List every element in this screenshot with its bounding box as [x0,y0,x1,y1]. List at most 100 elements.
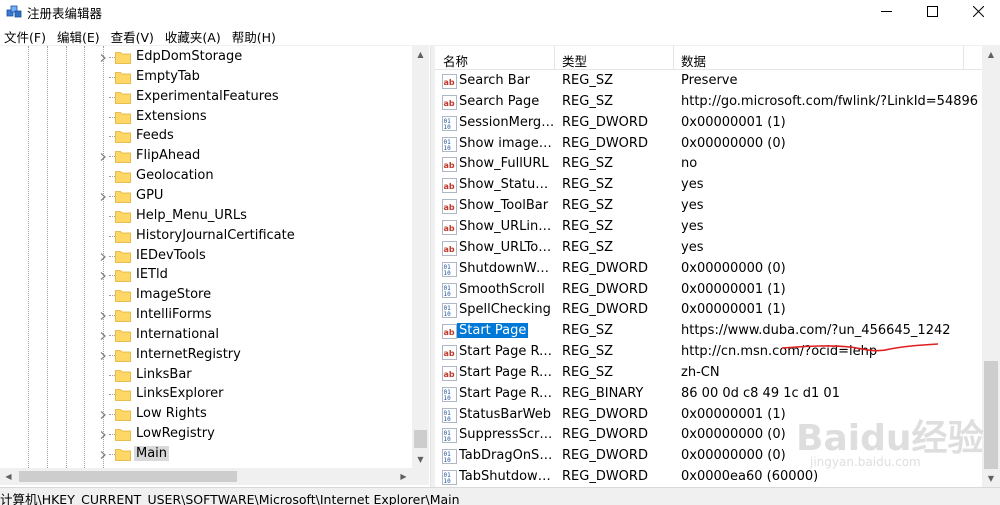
scroll-right-arrow-icon[interactable]: ▶ [395,468,412,485]
chevron-right-icon[interactable] [98,251,108,261]
chevron-right-icon[interactable] [98,449,108,459]
list-row[interactable]: ab Show_URLinSta... REG_SZ yes [435,217,982,238]
list-row[interactable]: 01 10 Show image pl... REG_DWORD 0x00000000 … [435,134,982,155]
svg-text:10: 10 [444,145,452,152]
list-row[interactable]: 01 10 StatusBarWeb REG_DWORD 0x00000001 (1) [435,405,982,426]
tree-item[interactable]: EmptyTab [0,67,412,87]
value-name: SuppressScript... [459,427,557,443]
list-row[interactable]: 01 10 ShutdownWait... REG_DWORD 0x00000000 (… [435,259,982,280]
svg-text:ab: ab [444,328,455,337]
scroll-thumb[interactable] [414,430,427,448]
list-row[interactable]: ab Start Page Red... REG_SZ http://cn.msn.c… [435,342,982,363]
list-row[interactable]: 01 10 SmoothScroll REG_DWORD 0x00000001 (1) [435,280,982,301]
list-row[interactable]: ab Start Page REG_SZ https://www.duba.com/?… [435,321,982,342]
tree-item[interactable]: FlipAhead [0,146,412,166]
tree-item[interactable]: LinksBar [0,365,412,385]
scroll-left-arrow-icon[interactable]: ◀ [0,468,17,485]
status-bar: 计算机\HKEY_CURRENT_USER\SOFTWARE\Microsoft… [0,487,1000,505]
chevron-right-icon[interactable] [98,191,108,201]
tree-item[interactable]: GPU [0,186,412,206]
value-data: 0x00000001 (1) [681,114,786,130]
list-row[interactable]: ab Show_URLTool... REG_SZ yes [435,238,982,259]
tree-item[interactable]: Low Rights [0,404,412,424]
value-name: TabShutdown... [459,469,557,485]
scroll-up-arrow-icon[interactable]: ▲ [982,46,1000,63]
tree-item[interactable]: EdpDomStorage [0,47,412,67]
tree-vertical-scrollbar[interactable]: ▲ ▼ [412,46,429,468]
value-data: 0x00000001 (1) [681,406,786,422]
chevron-right-icon[interactable] [98,330,108,340]
binary-value-icon: 01 10 [442,449,457,464]
column-divider[interactable] [963,46,964,70]
value-type: REG_DWORD [562,281,648,297]
tree-item[interactable]: IETld [0,265,412,285]
tree-item[interactable]: IEDevTools [0,246,412,266]
column-divider[interactable] [554,46,555,70]
tree-item[interactable]: ImageStore [0,285,412,305]
list-row[interactable]: 01 10 Start Page Red... REG_BINARY 86 00 0d … [435,384,982,405]
menu-edit[interactable]: 编辑(E) [53,25,107,45]
list-row[interactable]: ab Start Page Red... REG_SZ zh-CN [435,363,982,384]
scroll-down-arrow-icon[interactable]: ▼ [412,451,429,468]
folder-icon [115,407,131,422]
tree-horizontal-scrollbar[interactable]: ◀ ▶ [0,468,412,485]
menu-file[interactable]: 文件(F) [0,25,53,45]
chevron-right-icon[interactable] [98,52,108,62]
value-type: REG_DWORD [562,448,648,464]
menu-favorites[interactable]: 收藏夹(A) [161,25,228,45]
tree-item-label: FlipAhead [136,148,201,164]
tree-item[interactable]: LowRegistry [0,424,412,444]
maximize-button[interactable] [909,0,955,22]
tree-item[interactable]: Extensions [0,107,412,127]
folder-icon [115,189,131,203]
chevron-right-icon[interactable] [98,270,108,281]
list-row[interactable]: 01 10 SessionMerging REG_DWORD 0x00000001 (1… [435,113,982,134]
list-row[interactable]: ab Search Bar REG_SZ Preserve [435,71,982,92]
value-type: REG_SZ [562,364,613,380]
column-divider[interactable] [673,46,674,70]
value-data: no [681,156,698,172]
tree-item[interactable]: IntelliForms [0,305,412,325]
value-name: SmoothScroll [459,281,545,297]
scroll-thumb[interactable] [984,361,998,469]
column-header-data[interactable]: 数据 [681,51,706,70]
column-header-name[interactable]: 名称 [443,51,468,70]
value-name: TabDragOnSin... [459,448,557,464]
chevron-right-icon[interactable] [98,429,108,440]
tree-item-label: Geolocation [136,168,214,184]
folder-icon [115,348,131,362]
tree-item[interactable]: Geolocation [0,166,412,186]
folder-icon [115,169,131,183]
close-button[interactable] [955,0,1000,22]
menu-help[interactable]: 帮助(H) [228,25,283,45]
list-row[interactable]: ab Show_ToolBar REG_SZ yes [435,196,982,217]
list-row[interactable]: ab Show_StatusBar REG_SZ yes [435,175,982,196]
list-row[interactable]: 01 10 SpellChecking REG_DWORD 0x00000001 (1) [435,300,982,321]
menu-view[interactable]: 查看(V) [107,25,161,45]
list-row[interactable]: 01 10 TabShutdown... REG_DWORD 0x0000ea60 (6… [435,467,982,487]
chevron-right-icon[interactable] [98,409,108,420]
value-name: Show image pl... [459,135,557,151]
tree-item[interactable]: Main [0,444,412,464]
scroll-up-arrow-icon[interactable]: ▲ [412,46,429,63]
tree-item[interactable]: ExperimentalFeatures [0,87,412,107]
tree-item[interactable]: LinksExplorer [0,384,412,404]
tree-item[interactable]: International [0,325,412,345]
minimize-button[interactable] [863,0,909,22]
scroll-thumb[interactable] [19,471,237,482]
list-row[interactable]: ab Show_FullURL REG_SZ no [435,154,982,175]
tree-item[interactable]: HistoryJournalCertificate [0,226,412,246]
tree-item[interactable]: Feeds [0,126,412,146]
chevron-right-icon[interactable] [98,350,108,360]
column-header-type[interactable]: 类型 [562,51,587,70]
scroll-down-arrow-icon[interactable]: ▼ [982,470,1000,487]
list-vertical-scrollbar[interactable]: ▲ ▼ [982,46,1000,487]
value-name: Start Page [457,323,529,339]
chevron-right-icon[interactable] [98,310,108,320]
tree-item[interactable]: InternetRegistry [0,345,412,365]
list-row[interactable]: ab Search Page REG_SZ http://go.microsoft.c… [435,92,982,113]
chevron-right-icon[interactable] [98,151,108,162]
tree-item[interactable]: Help_Menu_URLs [0,206,412,226]
list-row[interactable]: 01 10 TabDragOnSin... REG_DWORD 0x00000000 (… [435,446,982,467]
list-row[interactable]: 0110SuppressScript... REG_DWORD 0x00000000… [435,425,982,446]
